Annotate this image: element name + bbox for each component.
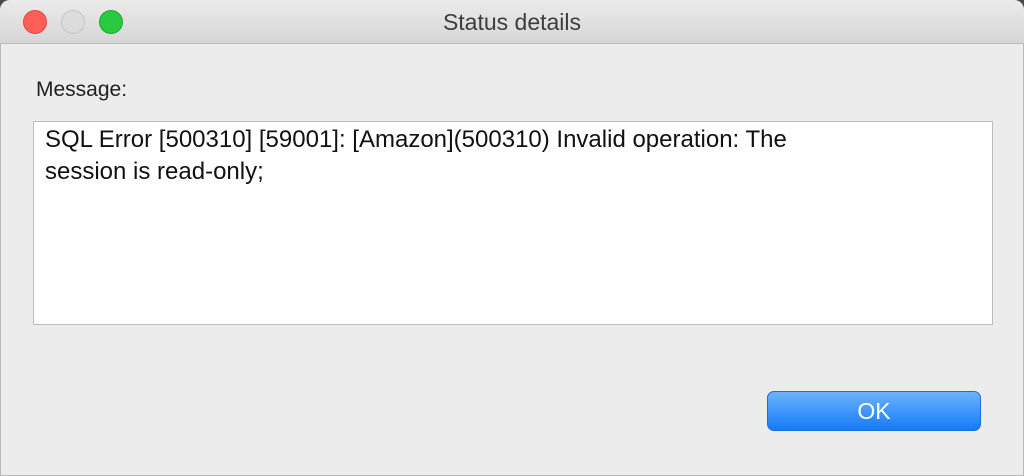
message-text-area[interactable]: SQL Error [500310] [59001]: [Amazon](500… (33, 121, 993, 325)
status-details-window: Status details Message: SQL Error [50031… (0, 0, 1024, 476)
window-title: Status details (442, 9, 582, 35)
ok-button[interactable]: OK (767, 391, 981, 431)
message-label: Message: (36, 78, 128, 101)
title-bar[interactable]: Status details (0, 0, 1024, 44)
